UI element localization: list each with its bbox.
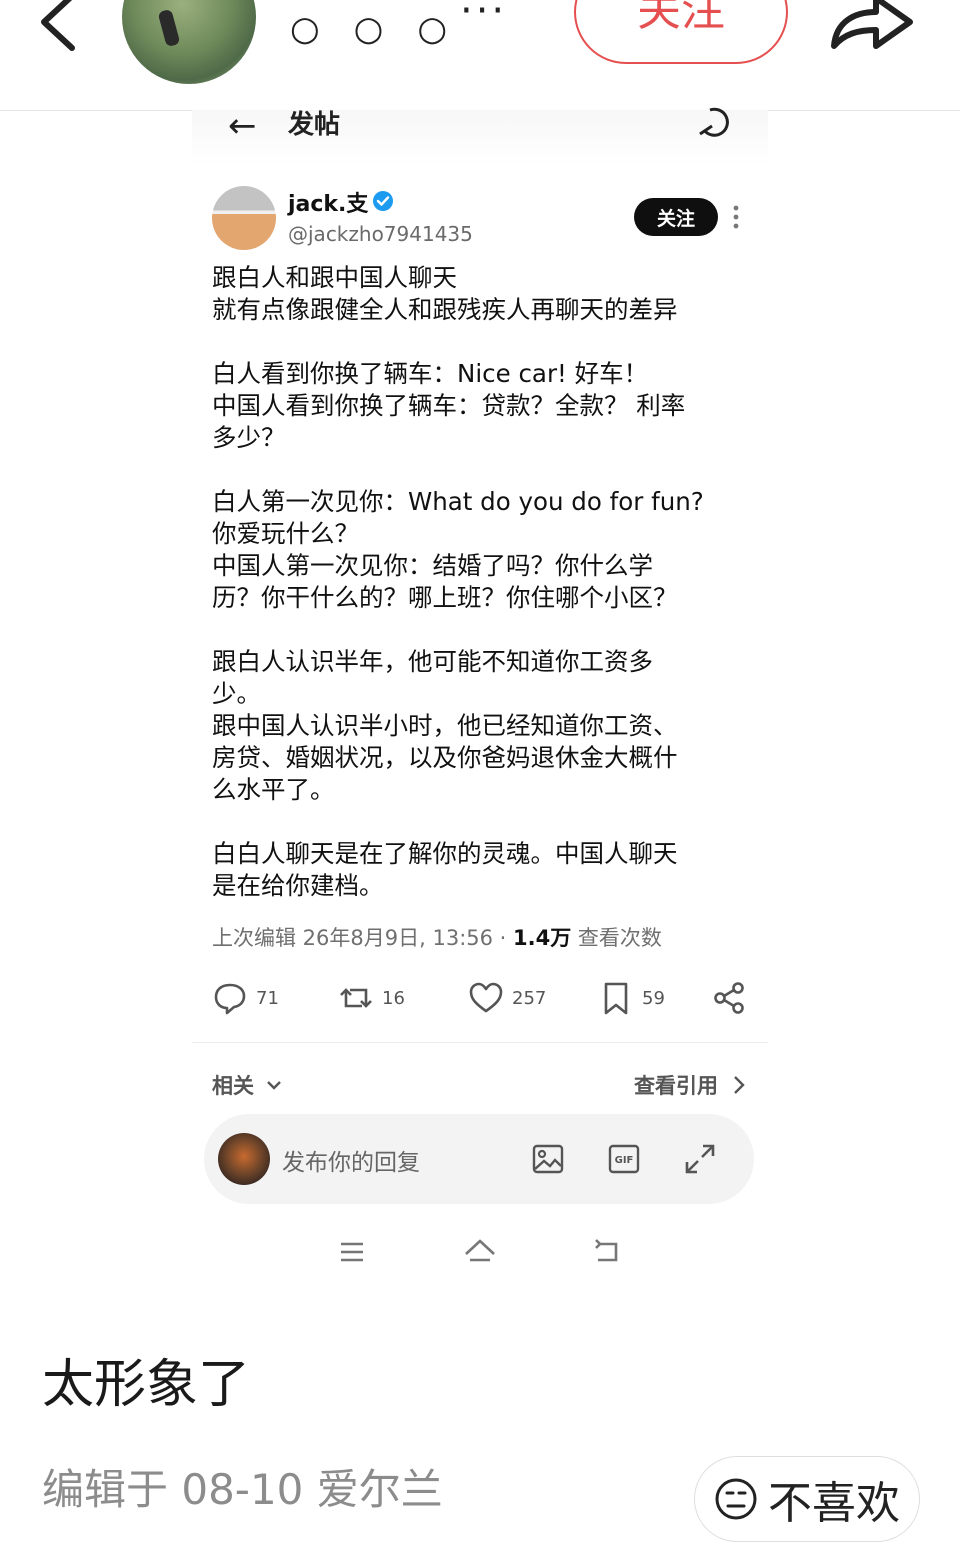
- tweet-paragraph: 白白人聊天是在了解你的灵魂。中国人聊天 是在给你建档。: [212, 839, 678, 900]
- reply-composer: 发布你的回复 GIF: [204, 1114, 754, 1204]
- reply-count: 71: [256, 987, 279, 1009]
- related-label: 相关: [212, 1074, 254, 1098]
- chevron-down-icon: [267, 1081, 281, 1090]
- chevron-right-icon: [734, 1076, 745, 1094]
- bookmark-action: 59: [598, 980, 665, 1016]
- menu-icon: [334, 1234, 370, 1270]
- retweet-count: 16: [382, 987, 405, 1009]
- like-action: 257: [468, 980, 546, 1016]
- bookmark-count: 59: [642, 987, 665, 1009]
- divider: [192, 1042, 768, 1043]
- reply-action: 71: [212, 980, 279, 1016]
- heart-icon: [469, 982, 503, 1013]
- edited-timestamp: 上次编辑 26年8月9日, 13:56 ·: [212, 926, 514, 950]
- tweet-actions: 71 16 257 59: [212, 980, 752, 1020]
- view-count: 1.4万: [513, 926, 572, 950]
- tweet-author-handle: @jackzho7941435: [288, 222, 473, 246]
- reply-placeholder: 发布你的回复: [282, 1150, 420, 1176]
- retweet-action: 16: [338, 980, 405, 1016]
- more-icon[interactable]: ···: [460, 0, 507, 34]
- image-icon: [530, 1141, 566, 1177]
- neutral-face-icon: [715, 1478, 757, 1520]
- svg-text:GIF: GIF: [615, 1155, 634, 1166]
- tweet-paragraph: 跟白人和跟中国人聊天 就有点像跟健全人和跟残疾人再聊天的差异: [212, 263, 678, 324]
- top-bar: ○ ○ ○ ··· 关注: [0, 0, 960, 111]
- share-nodes-icon: [714, 982, 744, 1014]
- related-dropdown: 相关: [212, 1070, 284, 1100]
- follow-button[interactable]: 关注: [574, 0, 788, 64]
- kebab-menu-icon: [732, 204, 740, 230]
- gif-icon: GIF: [606, 1141, 642, 1177]
- tweet-paragraph: 白人看到你换了辆车：Nice car! 好车！ 中国人看到你换了辆车：贷款？全款…: [212, 359, 686, 452]
- retweet-icon: [340, 988, 372, 1008]
- inner-title: 发帖: [288, 110, 341, 140]
- post-caption: 太形象了: [42, 1355, 251, 1415]
- refresh-icon: [696, 104, 734, 140]
- post-edit-info: 编辑于 08-10 爱尔兰: [42, 1465, 443, 1514]
- dislike-button[interactable]: 不喜欢: [694, 1456, 920, 1542]
- name-dot: ○: [417, 9, 448, 49]
- bookmark-icon: [604, 982, 628, 1015]
- back-nav-icon: [590, 1234, 626, 1270]
- tweet-meta: 上次编辑 26年8月9日, 13:56 · 1.4万 查看次数: [212, 922, 662, 952]
- tweet-author-name: jack.支: [288, 192, 369, 217]
- share-icon[interactable]: [826, 0, 916, 54]
- home-icon: [462, 1234, 498, 1270]
- name-dot: ○: [353, 9, 384, 49]
- tweet-paragraph: 白人第一次见你：What do you do for fun? 你爱玩什么？ 中…: [212, 487, 704, 612]
- dislike-label: 不喜欢: [768, 1478, 900, 1529]
- comment-icon: [214, 983, 246, 1015]
- reply-avatar: [218, 1133, 270, 1185]
- like-count: 257: [512, 987, 547, 1009]
- tweet-avatar: [212, 186, 276, 250]
- quotes-label: 查看引用: [634, 1074, 718, 1098]
- system-nav-bar: [192, 1228, 768, 1278]
- back-icon[interactable]: [30, 0, 90, 60]
- embedded-screenshot: ← 发帖 jack.支 @jackzho7941435 关注 跟白人和跟中国人聊…: [192, 106, 768, 1290]
- view-quotes-link: 查看引用: [634, 1070, 746, 1100]
- tweet-paragraph: 跟白人认识半年，他可能不知道你工资多 少。 跟中国人认识半小时，他已经知道你工资…: [212, 647, 678, 804]
- inner-header: ← 发帖: [192, 106, 768, 166]
- name-dot: ○: [290, 9, 320, 49]
- view-label: 查看次数: [571, 926, 662, 950]
- expand-icon: [682, 1141, 718, 1177]
- share-action: [712, 980, 748, 1016]
- tweet-body: 跟白人和跟中国人聊天 就有点像跟健全人和跟残疾人再聊天的差异 白人看到你换了辆车…: [212, 262, 752, 902]
- author-name-placeholder: ○ ○ ○: [290, 9, 448, 49]
- author-avatar[interactable]: [122, 0, 256, 84]
- tweet-follow-button: 关注: [634, 198, 718, 236]
- inner-back-arrow: ←: [228, 106, 257, 146]
- verified-badge-icon: [372, 190, 394, 212]
